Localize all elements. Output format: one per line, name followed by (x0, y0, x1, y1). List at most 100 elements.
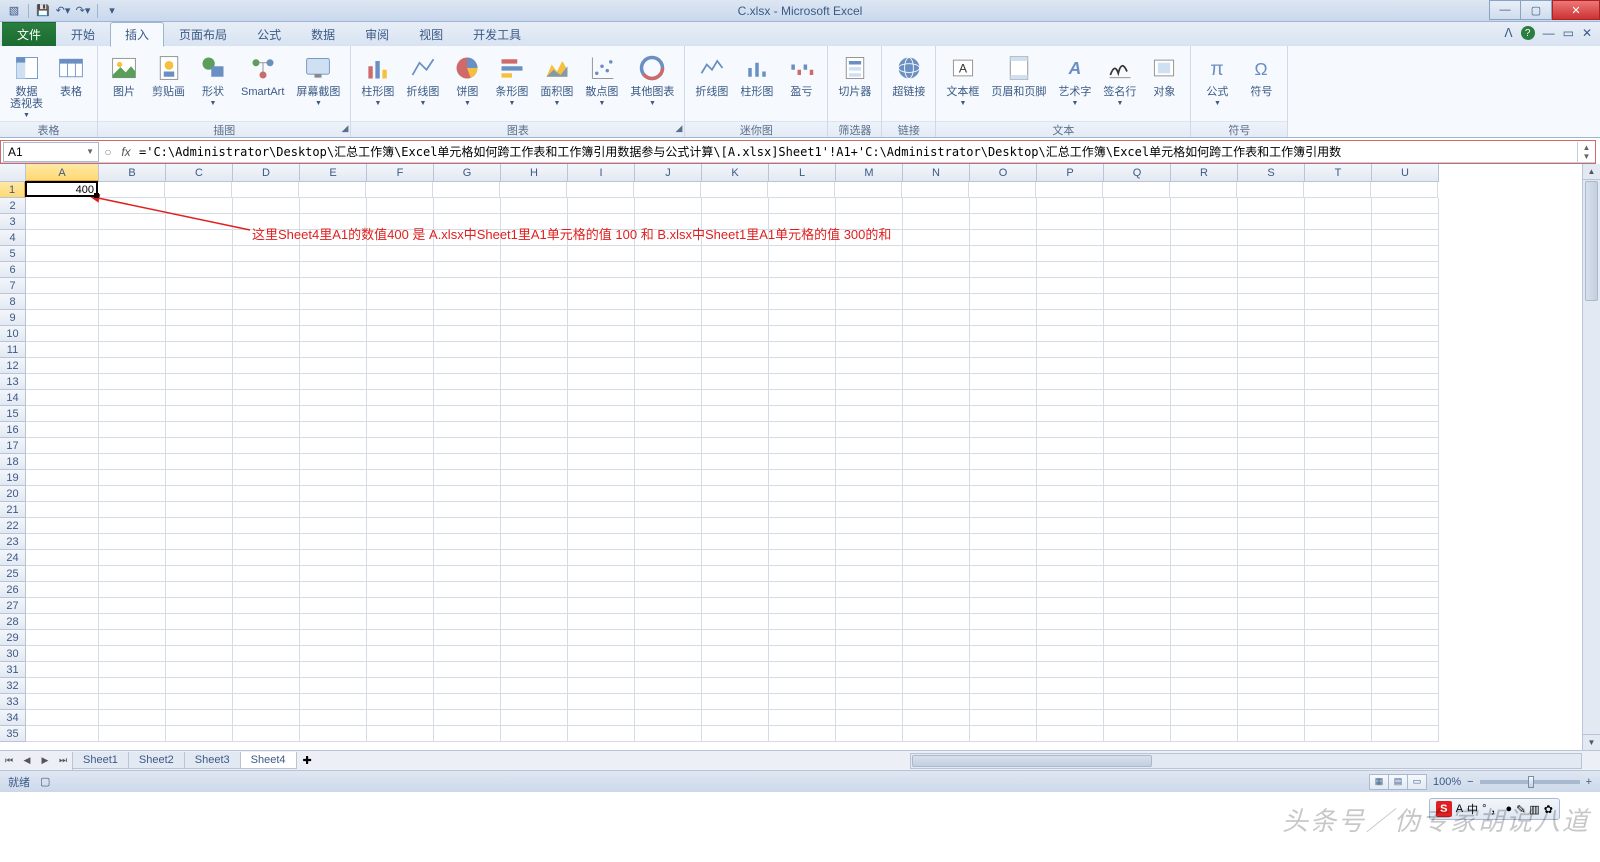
clipart-button[interactable]: 剪贴画 (148, 50, 189, 100)
cell[interactable] (1104, 470, 1171, 486)
cell[interactable] (769, 678, 836, 694)
cell[interactable] (1104, 214, 1171, 230)
cell[interactable] (970, 374, 1037, 390)
cell[interactable] (568, 678, 635, 694)
select-all-button[interactable] (0, 164, 26, 182)
cell[interactable] (836, 662, 903, 678)
cell[interactable] (568, 278, 635, 294)
cell[interactable] (903, 262, 970, 278)
cell[interactable] (434, 310, 501, 326)
tab-公式[interactable]: 公式 (242, 22, 296, 46)
view-layout-icon[interactable]: ▤ (1388, 774, 1408, 790)
cell[interactable] (1305, 278, 1372, 294)
cell[interactable] (367, 358, 434, 374)
cell[interactable] (300, 470, 367, 486)
cell[interactable] (1372, 406, 1439, 422)
screenshot-button[interactable]: 屏幕截图▼ (292, 50, 344, 109)
cell[interactable] (367, 342, 434, 358)
column-header[interactable]: N (903, 164, 970, 182)
row-header[interactable]: 7 (0, 278, 26, 294)
cell[interactable] (970, 470, 1037, 486)
cell[interactable] (434, 294, 501, 310)
cell[interactable] (702, 582, 769, 598)
cell[interactable] (300, 662, 367, 678)
cell[interactable] (300, 694, 367, 710)
cell[interactable] (568, 598, 635, 614)
cell[interactable] (434, 390, 501, 406)
cell[interactable] (1372, 566, 1439, 582)
cell[interactable] (501, 470, 568, 486)
cell[interactable] (1372, 646, 1439, 662)
cell[interactable] (568, 566, 635, 582)
cell[interactable] (702, 246, 769, 262)
mdi-minimize-icon[interactable]: — (1543, 26, 1555, 40)
cell[interactable] (166, 278, 233, 294)
cell[interactable] (702, 518, 769, 534)
cell[interactable] (166, 326, 233, 342)
cell[interactable] (26, 646, 99, 662)
cell[interactable] (501, 310, 568, 326)
cell[interactable] (300, 710, 367, 726)
cell[interactable] (1305, 310, 1372, 326)
column-header[interactable]: H (501, 164, 568, 182)
cell[interactable] (1171, 534, 1238, 550)
cell[interactable] (501, 550, 568, 566)
cell[interactable] (1238, 214, 1305, 230)
cell[interactable] (26, 710, 99, 726)
cell[interactable] (300, 518, 367, 534)
cell[interactable] (99, 246, 166, 262)
cell[interactable] (166, 710, 233, 726)
cell[interactable] (970, 310, 1037, 326)
cell[interactable] (434, 598, 501, 614)
cell[interactable] (1104, 694, 1171, 710)
tab-审阅[interactable]: 审阅 (350, 22, 404, 46)
cell[interactable] (233, 534, 300, 550)
cell[interactable] (233, 678, 300, 694)
cell[interactable] (1238, 422, 1305, 438)
row-header[interactable]: 8 (0, 294, 26, 310)
cell[interactable] (1238, 630, 1305, 646)
cell[interactable] (769, 278, 836, 294)
cell[interactable] (970, 486, 1037, 502)
cell[interactable] (166, 630, 233, 646)
cell[interactable] (902, 182, 969, 198)
cell[interactable] (434, 246, 501, 262)
cell[interactable] (367, 390, 434, 406)
cell[interactable] (836, 406, 903, 422)
mdi-close-icon[interactable]: ✕ (1582, 26, 1592, 40)
cell[interactable] (635, 710, 702, 726)
sparkline-line-button[interactable]: 折线图 (691, 50, 732, 100)
cell[interactable] (1171, 454, 1238, 470)
cell[interactable] (233, 614, 300, 630)
cell[interactable] (1238, 566, 1305, 582)
cell[interactable] (1305, 294, 1372, 310)
cell[interactable] (1238, 230, 1305, 246)
cell[interactable] (166, 614, 233, 630)
row-header[interactable]: 31 (0, 662, 26, 678)
cell[interactable] (970, 422, 1037, 438)
cell[interactable] (26, 614, 99, 630)
cell[interactable] (903, 566, 970, 582)
cell[interactable] (166, 566, 233, 582)
cell[interactable] (501, 342, 568, 358)
cell[interactable] (1372, 614, 1439, 630)
view-normal-icon[interactable]: ▦ (1369, 774, 1389, 790)
cell[interactable] (1036, 182, 1103, 198)
cell[interactable] (970, 662, 1037, 678)
cell[interactable] (903, 534, 970, 550)
cell[interactable] (635, 198, 702, 214)
cell[interactable] (367, 246, 434, 262)
row-header[interactable]: 27 (0, 598, 26, 614)
cell[interactable] (99, 422, 166, 438)
row-header[interactable]: 17 (0, 438, 26, 454)
cell[interactable] (769, 326, 836, 342)
cell[interactable] (26, 454, 99, 470)
cell[interactable] (367, 278, 434, 294)
cell[interactable] (769, 454, 836, 470)
cell[interactable] (903, 694, 970, 710)
cell[interactable] (1104, 598, 1171, 614)
zoom-level[interactable]: 100% (1433, 776, 1461, 788)
cell[interactable] (1171, 614, 1238, 630)
cell[interactable] (903, 678, 970, 694)
cell[interactable] (233, 294, 300, 310)
